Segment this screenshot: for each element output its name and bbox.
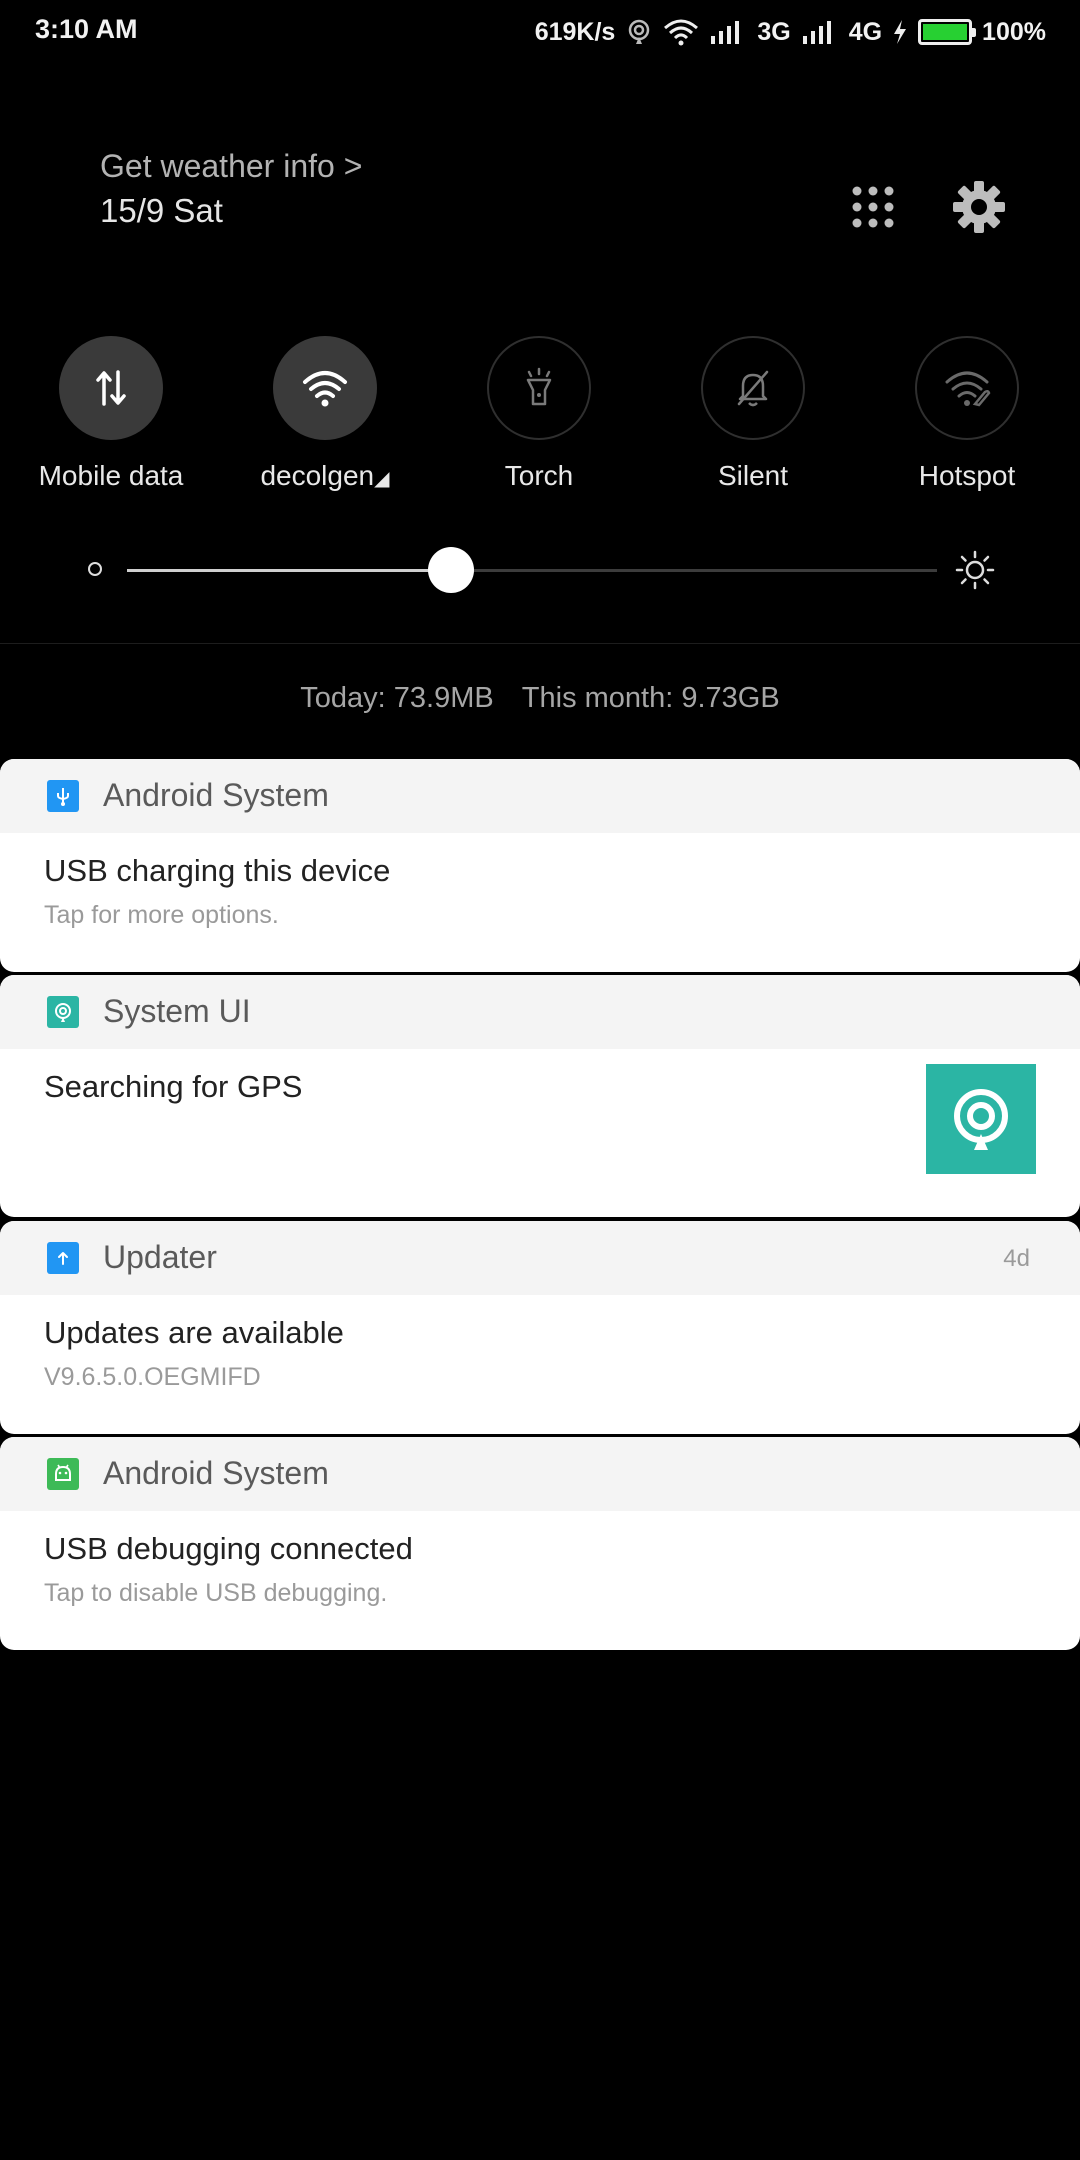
status-icons: 619K/s 3G 4G 100% — [535, 12, 1046, 52]
notification-subtitle: Tap for more options. — [44, 901, 279, 929]
wifi-status-icon — [663, 18, 699, 46]
toggle-torch[interactable]: Torch — [454, 336, 624, 492]
brightness-low-icon — [88, 562, 102, 576]
signal-icon — [709, 18, 747, 46]
toggle-label: Mobile data — [38, 460, 184, 491]
toggle-label: Silent — [717, 460, 789, 491]
gps-thumbnail-icon — [926, 1064, 1036, 1174]
toggle-label: decolgen◢ — [260, 460, 390, 491]
notification-usb-charging[interactable]: Android System USB charging this device … — [0, 759, 1080, 972]
wifi-icon[interactable] — [273, 336, 377, 440]
notification-header: Android System — [0, 1437, 1080, 1511]
notification-app-name: System UI — [103, 993, 251, 1029]
weather-link[interactable]: Get weather info > — [100, 148, 362, 185]
divider — [0, 643, 1080, 644]
notification-header: System UI — [0, 975, 1080, 1049]
notification-gps[interactable]: System UI Searching for GPS — [0, 975, 1080, 1217]
charging-icon — [892, 18, 908, 46]
brightness-slider-thumb[interactable] — [428, 547, 474, 593]
data-usage-month: This month: 9.73GB — [521, 682, 780, 714]
usb-icon — [47, 780, 79, 812]
battery-percent: 100% — [982, 17, 1046, 46]
brightness-high-icon — [955, 550, 995, 590]
toggle-silent[interactable]: Silent — [668, 336, 838, 492]
notification-title: USB charging this device — [44, 853, 391, 888]
brightness-slider-fill — [127, 569, 451, 572]
data-usage[interactable]: Today: 73.9MB This month: 9.73GB — [0, 682, 1080, 715]
date-label: 15/9 Sat — [100, 192, 223, 229]
mobile-data-icon[interactable] — [59, 336, 163, 440]
notification-title: Searching for GPS — [44, 1069, 303, 1104]
torch-icon[interactable] — [487, 336, 591, 440]
notification-app-name: Android System — [103, 777, 329, 813]
notification-usb-debugging[interactable]: Android System USB debugging connected T… — [0, 1437, 1080, 1650]
status-time: 3:10 AM — [35, 14, 138, 44]
toggle-hotspot[interactable]: Hotspot — [882, 336, 1052, 492]
toggle-label: Hotspot — [918, 460, 1016, 491]
data-usage-today: Today: 73.9MB — [300, 682, 494, 714]
gps-status-icon — [625, 18, 653, 46]
gps-icon — [47, 996, 79, 1028]
apps-grid-icon[interactable] — [848, 182, 898, 232]
notification-app-name: Android System — [103, 1455, 329, 1491]
notification-header: Android System — [0, 759, 1080, 833]
net-4g-label: 4G — [848, 17, 883, 46]
toggle-label: Torch — [504, 460, 574, 491]
hotspot-icon[interactable] — [915, 336, 1019, 440]
battery-icon — [918, 19, 977, 45]
notification-app-name: Updater — [103, 1239, 217, 1275]
notification-updater[interactable]: Updater 4d Updates are available V9.6.5.… — [0, 1221, 1080, 1434]
notification-title: Updates are available — [44, 1315, 344, 1350]
notification-subtitle: Tap to disable USB debugging. — [44, 1579, 388, 1607]
signal-icon-2 — [801, 18, 839, 46]
notification-subtitle: V9.6.5.0.OEGMIFD — [44, 1363, 261, 1391]
net-3g-label: 3G — [757, 17, 791, 46]
toggle-mobile-data[interactable]: Mobile data — [26, 336, 196, 492]
android-icon — [47, 1458, 79, 1490]
updater-icon — [47, 1242, 79, 1274]
net-speed: 619K/s — [534, 17, 616, 46]
toggle-wifi[interactable]: decolgen◢ — [240, 336, 410, 492]
notification-time: 4d — [1003, 1245, 1030, 1272]
notification-title: USB debugging connected — [44, 1531, 413, 1566]
gear-icon[interactable] — [952, 180, 1006, 234]
status-bar: 3:10 AM 619K/s 3G 4G 100% — [0, 0, 1080, 66]
silent-icon[interactable] — [701, 336, 805, 440]
notification-header: Updater 4d — [0, 1221, 1080, 1295]
